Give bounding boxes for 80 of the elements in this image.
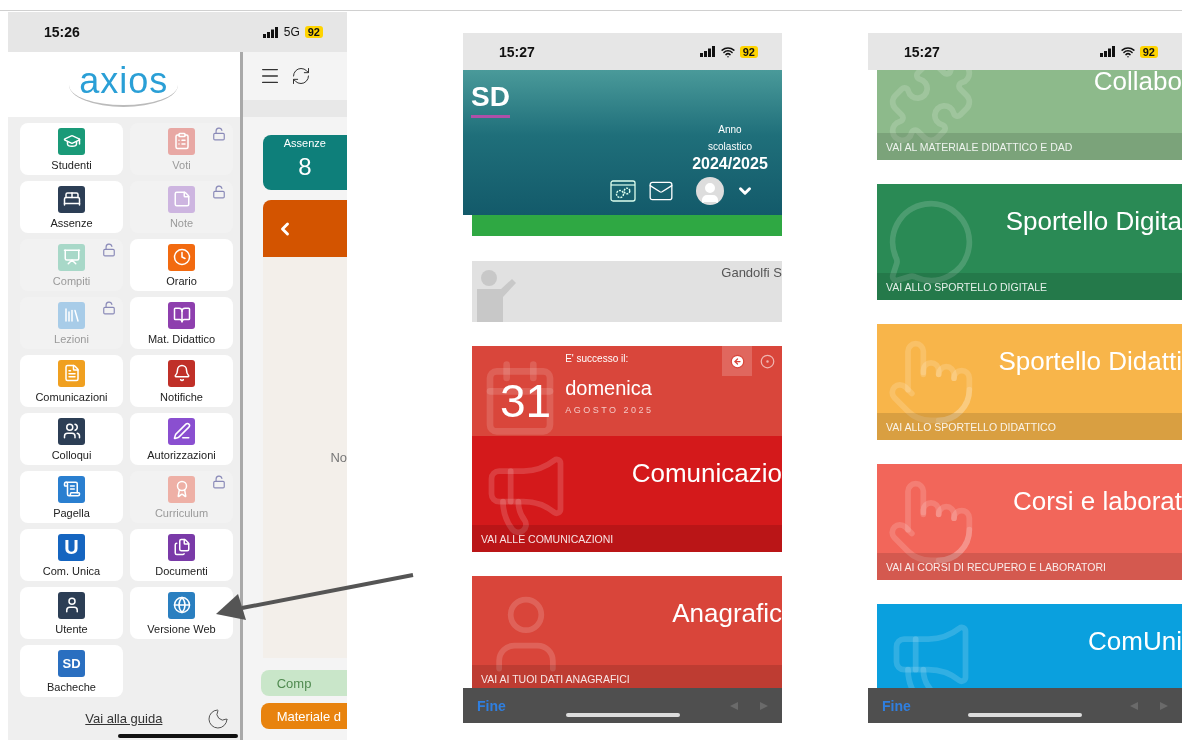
section-button[interactable]: Materiale d <box>260 703 347 729</box>
status-time: 15:27 <box>904 43 940 60</box>
tile-title: Sportello Digita <box>1005 206 1182 237</box>
stat-label: Assenze <box>283 137 326 149</box>
year-label: Anno scolastico <box>707 123 753 154</box>
tile-link-text: VAI AI TUOI DATI ANAGRAFICI <box>481 672 630 685</box>
tile-link-text: VAI AL MATERIALE DIDATTICO E DAD <box>886 140 1073 153</box>
section-tile[interactable]: Collabo VAI AL MATERIALE DIDATTICO E DAD <box>877 70 1182 160</box>
stat-value: 8 <box>298 153 312 181</box>
tile-link-bar[interactable]: VAI ALLE COMUNICAZIONI <box>472 525 782 552</box>
event-weekday: domenica <box>565 377 653 400</box>
menu-tile[interactable]: Documenti <box>130 529 233 581</box>
tile-glyph: U <box>58 533 85 561</box>
battery-level: 92 <box>1139 45 1158 58</box>
event-caption: E' successo il: <box>565 353 630 364</box>
lock-icon <box>212 185 226 199</box>
tile-title: Anagrafic <box>672 598 782 629</box>
app-logo: axios <box>69 62 179 107</box>
menu-tile[interactable]: Colloqui <box>20 413 123 465</box>
tile-link-text: VAI ALLO SPORTELLO DIDATTICO <box>886 420 1056 433</box>
tile-title: Sportello Didatti <box>998 346 1182 377</box>
sd-logo: SD <box>471 82 510 118</box>
event-day: 31 <box>500 378 552 436</box>
tile-link-text: VAI ALLE COMUNICAZIONI <box>481 532 614 545</box>
user-name: Gandolfi S <box>721 264 782 282</box>
settings-window-icon[interactable] <box>610 180 636 202</box>
avatar-icon[interactable] <box>696 177 724 205</box>
menu-tile[interactable]: Pagella <box>20 471 123 523</box>
section-tile[interactable]: Comunicazio VAI ALLE COMUNICAZIONI <box>472 436 782 552</box>
tile-link-text: VAI AI CORSI DI RECUPERO E LABORATORI <box>886 560 1106 573</box>
signal-icon <box>262 26 279 38</box>
menu-tile[interactable]: Mat. Didattico <box>130 297 233 349</box>
tile-glyph: SD <box>58 649 85 677</box>
refresh-icon[interactable] <box>290 66 311 86</box>
menu-tile[interactable]: Orario <box>130 239 233 291</box>
back-button[interactable] <box>722 346 752 376</box>
tile-link-bar[interactable]: VAI AI CORSI DI RECUPERO E LABORATORI <box>877 553 1182 580</box>
wifi-icon <box>1120 44 1135 59</box>
menu-tile[interactable]: Autorizzazioni <box>130 413 233 465</box>
signal-icon <box>1099 46 1116 57</box>
tile-link-bar[interactable]: VAI AL MATERIALE DIDATTICO E DAD <box>877 133 1182 160</box>
tile-title: ComUni <box>1088 626 1182 657</box>
guide-link[interactable]: Vai alla guida <box>85 711 163 726</box>
tile-title: Comunicazio <box>631 458 782 489</box>
status-time: 15:26 <box>44 24 80 40</box>
section-tile[interactable]: Sportello Digita VAI ALLO SPORTELLO DIGITALE <box>877 184 1182 300</box>
section-tile[interactable]: Anagrafic VAI AI TUOI DATI ANAGRAFICI <box>472 576 782 688</box>
signal-icon <box>699 46 716 57</box>
menu-tile[interactable]: Utente <box>20 587 123 639</box>
tile-link-bar[interactable]: VAI ALLO SPORTELLO DIGITALE <box>877 273 1182 300</box>
menu-tile[interactable]: Assenze <box>20 181 123 233</box>
battery-level: 92 <box>304 26 323 38</box>
menu-tile[interactable]: U Com. Unica <box>20 529 123 581</box>
tile-link-bar[interactable]: VAI AI TUOI DATI ANAGRAFICI <box>472 665 782 688</box>
menu-tile[interactable]: Versione Web <box>130 587 233 639</box>
lock-icon <box>102 301 116 315</box>
wifi-icon <box>720 44 735 59</box>
section-button[interactable]: Comp <box>260 670 347 696</box>
menu-tile[interactable]: Comunicazioni <box>20 355 123 407</box>
event-month: AGOSTO 2025 <box>565 405 654 415</box>
arrow-left-icon <box>729 353 745 369</box>
lock-icon <box>212 127 226 141</box>
lock-icon <box>102 243 116 257</box>
target-icon <box>759 353 775 369</box>
menu-tile[interactable]: Studenti <box>20 123 123 175</box>
empty-message: No <box>330 450 347 465</box>
moon-icon[interactable] <box>205 706 230 731</box>
section-tile[interactable]: ComUni <box>877 604 1182 688</box>
tile-link-text: VAI ALLO SPORTELLO DIGITALE <box>886 280 1048 293</box>
school-year: 2024/2025 <box>692 155 768 173</box>
lock-icon <box>212 475 226 489</box>
status-time: 15:27 <box>499 43 535 60</box>
battery-level: 92 <box>739 45 758 58</box>
menu-tile[interactable]: SD Bacheche <box>20 645 123 697</box>
menu-tile[interactable]: Notifiche <box>130 355 233 407</box>
stat-card[interactable]: Assenze 8 <box>262 135 347 190</box>
tile-title: Corsi e laborat <box>1012 486 1182 517</box>
tile-title: Collabo <box>1093 70 1182 97</box>
section-tile[interactable]: Corsi e laborat VAI AI CORSI DI RECUPERO E LABORATORI <box>877 464 1182 580</box>
network-label: 5G <box>283 25 300 39</box>
